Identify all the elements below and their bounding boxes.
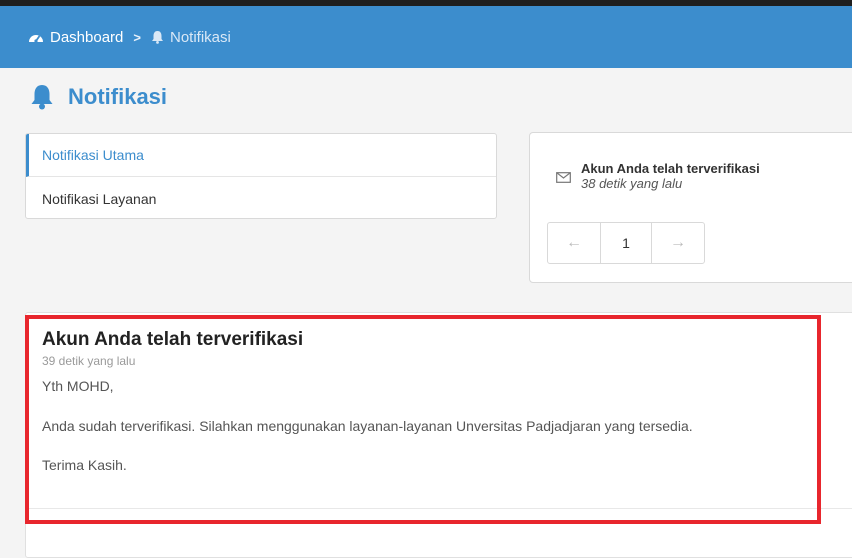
detail-time: 39 detik yang lalu [42,354,136,368]
sidebar-item-notifikasi-utama[interactable]: Notifikasi Utama [26,134,496,177]
breadcrumb-separator: > [133,29,141,45]
envelope-icon [556,172,571,191]
bell-icon [30,84,54,110]
breadcrumb-current: Notifikasi [169,28,231,46]
notification-title: Akun Anda telah terverifikasi [581,161,760,176]
breadcrumb: Dashboard > Notifikasi [28,29,231,46]
detail-closing: Terima Kasih. [42,457,127,473]
notification-list-panel: Akun Anda telah terverifikasi 38 detik y… [529,132,852,283]
page-title-text: Notifikasi [68,84,168,109]
detail-title: Akun Anda telah terverifikasi [42,329,304,350]
breadcrumb-dashboard-link[interactable]: Dashboard [50,29,123,46]
page-number-button[interactable]: 1 [600,223,652,263]
notification-detail: Akun Anda telah terverifikasi 39 detik y… [42,329,832,473]
arrow-right-icon[interactable]: → [652,223,704,263]
detail-greeting: Yth MOHD, [42,378,114,394]
page-title: Notifikasi [30,84,167,110]
breadcrumb-bar: Dashboard > Notifikasi [0,6,852,68]
sidebar-item-notifikasi-layanan[interactable]: Notifikasi Layanan [26,177,496,218]
detail-message: Anda sudah terverifikasi. Silahkan mengg… [42,418,693,434]
dashboard-icon [28,30,44,44]
notification-category-list: Notifikasi Utama Notifikasi Layanan [25,133,497,219]
notification-item[interactable]: Akun Anda telah terverifikasi 38 detik y… [556,161,760,191]
arrow-left-icon[interactable]: ← [548,223,600,263]
pagination: ← 1 → [547,222,705,264]
bell-icon [151,30,164,44]
notification-time: 38 detik yang lalu [581,176,683,191]
